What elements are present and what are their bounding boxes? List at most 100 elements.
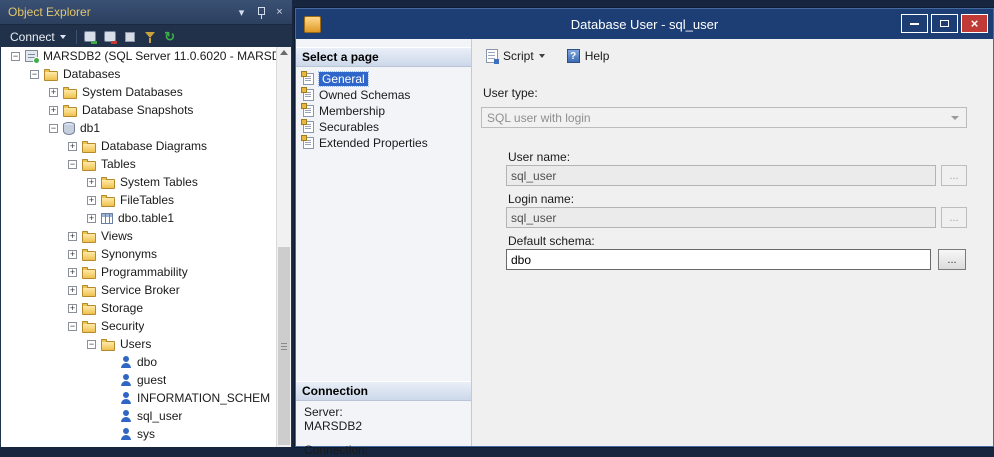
chevron-down-icon[interactable] xyxy=(539,54,545,58)
page-icon xyxy=(303,121,314,133)
refresh-icon[interactable] xyxy=(161,28,179,46)
database-icon xyxy=(63,122,75,135)
tree-item[interactable]: +Database Snapshots xyxy=(1,101,277,119)
user-name-label: User name: xyxy=(508,150,570,164)
maximize-button[interactable] xyxy=(931,14,958,33)
window-position-menu-icon[interactable]: ▾ xyxy=(233,4,250,20)
expand-icon[interactable]: + xyxy=(87,196,96,205)
tree-item[interactable]: +System Databases xyxy=(1,83,277,101)
expand-icon[interactable]: + xyxy=(68,286,77,295)
help-button[interactable]: Help xyxy=(563,46,614,66)
tree-item[interactable]: −Users xyxy=(1,335,277,353)
app-root: { "object_explorer": { "title": "Object … xyxy=(0,0,994,447)
collapse-icon[interactable]: − xyxy=(11,52,20,61)
tree-item[interactable]: + Programmability xyxy=(1,263,277,281)
folder-icon xyxy=(44,71,58,81)
page-item-label: Owned Schemas xyxy=(319,88,410,102)
expand-icon[interactable]: + xyxy=(68,268,77,277)
default-schema-browse-button[interactable]: ... xyxy=(938,249,966,270)
tree-item-label: MARSDB2 (SQL Server 11.0.6020 - MARSD xyxy=(43,49,277,63)
tree-item[interactable]: +System Tables xyxy=(1,173,277,191)
tree-item-label: Databases xyxy=(63,67,120,81)
page-item-label: Membership xyxy=(319,104,385,118)
dialog-toolbar: Script Help xyxy=(472,39,993,73)
tree-item[interactable]: − MARSDB2 (SQL Server 11.0.6020 - MARSD xyxy=(1,47,277,65)
connect-database-icon[interactable] xyxy=(81,28,99,46)
tree-item[interactable]: − Databases xyxy=(1,65,277,83)
select-page-pane: Select a page GeneralOwned SchemasMember… xyxy=(296,39,472,446)
expand-icon[interactable]: + xyxy=(68,142,77,151)
close-icon[interactable]: × xyxy=(271,4,288,20)
server-value: MARSDB2 xyxy=(304,419,467,433)
tree-item[interactable]: +FileTables xyxy=(1,191,277,209)
tree-item[interactable]: INFORMATION_SCHEM xyxy=(1,389,277,407)
expand-icon[interactable]: + xyxy=(68,232,77,241)
expand-icon[interactable]: + xyxy=(49,106,58,115)
pin-icon[interactable] xyxy=(252,4,269,20)
tree-item[interactable]: sys xyxy=(1,425,277,443)
connect-label: Connect xyxy=(10,30,55,44)
tree-item-label: Views xyxy=(101,229,133,243)
folder-icon xyxy=(82,161,96,171)
page-icon xyxy=(303,105,314,117)
tree-item[interactable]: dbo xyxy=(1,353,277,371)
minimize-button[interactable] xyxy=(901,14,928,33)
connect-button[interactable]: Connect xyxy=(4,28,72,46)
tree-item[interactable]: +Service Broker xyxy=(1,281,277,299)
tree-item-label: Tables xyxy=(101,157,136,171)
collapse-icon[interactable]: − xyxy=(87,340,96,349)
page-item-general[interactable]: General xyxy=(296,71,471,87)
script-button[interactable]: Script xyxy=(482,46,549,66)
tree-item[interactable]: − Security xyxy=(1,317,277,335)
disconnect-icon[interactable] xyxy=(101,28,119,46)
page-item-membership[interactable]: Membership xyxy=(296,103,471,119)
tree-item[interactable]: sql_user xyxy=(1,407,277,425)
page-icon xyxy=(303,73,314,85)
tree-item[interactable]: + Database Diagrams xyxy=(1,137,277,155)
scroll-up-icon[interactable] xyxy=(280,50,288,55)
tree-scrollbar[interactable] xyxy=(276,47,291,447)
script-label: Script xyxy=(503,49,534,63)
tree-item[interactable]: + dbo.table1 xyxy=(1,209,277,227)
page-item-owned-schemas[interactable]: Owned Schemas xyxy=(296,87,471,103)
pin-glyph xyxy=(256,6,266,19)
tree-item-label: db1 xyxy=(80,121,100,135)
expand-icon[interactable]: + xyxy=(68,304,77,313)
folder-icon xyxy=(82,287,96,297)
scrollbar-thumb[interactable] xyxy=(278,247,290,445)
tree-item[interactable]: − Tables xyxy=(1,155,277,173)
expand-icon[interactable]: + xyxy=(49,88,58,97)
help-icon xyxy=(567,49,580,63)
server-icon xyxy=(25,50,38,62)
collapse-icon[interactable]: − xyxy=(30,70,39,79)
page-item-extended-properties[interactable]: Extended Properties xyxy=(296,135,471,151)
expand-icon[interactable]: + xyxy=(68,250,77,259)
close-button[interactable]: × xyxy=(961,14,988,33)
tree-item[interactable]: + Views xyxy=(1,227,277,245)
stop-icon[interactable] xyxy=(121,28,139,46)
collapse-icon[interactable]: − xyxy=(68,322,77,331)
page-item-label: Extended Properties xyxy=(319,136,428,150)
tree-item-label: Security xyxy=(101,319,144,333)
dialog-titlebar[interactable]: Database User - sql_user × xyxy=(296,9,993,39)
expand-icon[interactable]: + xyxy=(87,178,96,187)
filter-icon[interactable] xyxy=(141,28,159,46)
connection-header: Connection xyxy=(296,381,471,401)
tree-item[interactable]: guest xyxy=(1,371,277,389)
tree-item-label: Database Diagrams xyxy=(101,139,207,153)
folder-icon xyxy=(82,251,96,261)
expand-icon[interactable]: + xyxy=(87,214,96,223)
tree-item[interactable]: +Synonyms xyxy=(1,245,277,263)
tree-item[interactable]: +Storage xyxy=(1,299,277,317)
default-schema-field[interactable] xyxy=(506,249,931,270)
toolbar-separator xyxy=(76,30,77,44)
tree-item-label: Programmability xyxy=(101,265,188,279)
database-user-dialog: Database User - sql_user × Select a page… xyxy=(295,8,994,447)
object-explorer-toolbar: Connect xyxy=(0,24,292,49)
tree-item[interactable]: − db1 xyxy=(1,119,277,137)
table-icon xyxy=(101,213,113,224)
collapse-icon[interactable]: − xyxy=(49,124,58,133)
tree-item-label: dbo.table1 xyxy=(118,211,174,225)
collapse-icon[interactable]: − xyxy=(68,160,77,169)
page-item-securables[interactable]: Securables xyxy=(296,119,471,135)
